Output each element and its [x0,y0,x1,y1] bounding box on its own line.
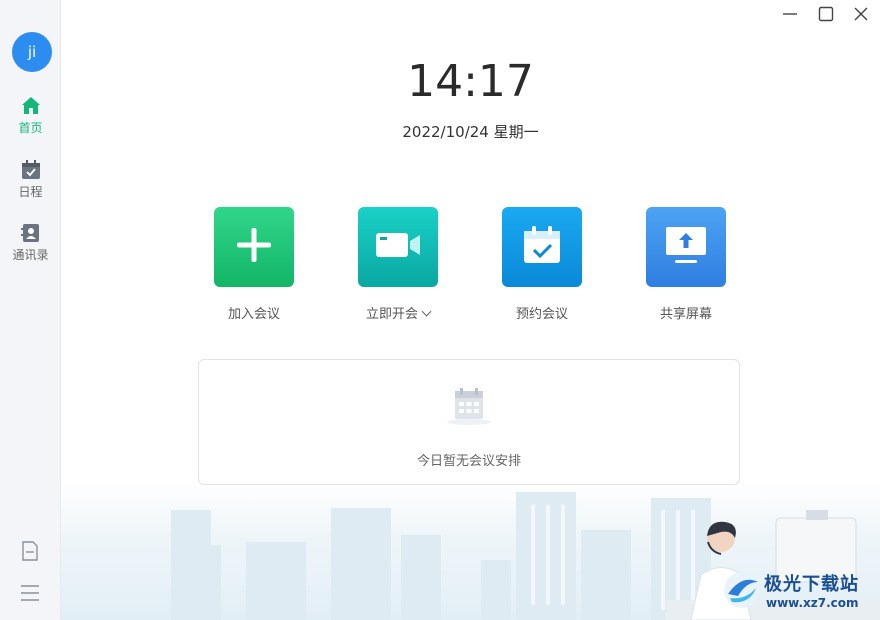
join-meeting-label: 加入会议 [227,307,280,322]
plus-icon [234,225,274,269]
calendar-check-icon [522,225,562,269]
current-time: 14:17 [407,56,534,107]
share-screen-button[interactable] [646,207,726,287]
menu-icon[interactable] [19,582,41,604]
start-meeting-button[interactable] [358,207,438,287]
calendar-icon [20,159,42,181]
home-icon [20,95,42,117]
screen-share-icon [665,225,707,269]
document-icon[interactable] [19,540,41,562]
schedule-meeting-button[interactable] [502,207,582,287]
sidebar-item-label: 首页 [18,121,43,135]
avatar[interactable]: ji [12,32,52,72]
watermark-url: www.xz7.com [766,596,859,610]
chevron-down-icon[interactable] [421,306,432,317]
video-camera-icon [374,229,422,265]
sidebar-item-home[interactable]: 首页 [0,95,61,145]
sidebar-item-schedule[interactable]: 日程 [0,159,61,209]
empty-calendar-icon [445,386,493,426]
start-meeting-label-text: 立即开会 [365,307,418,322]
share-screen-label: 共享屏幕 [659,307,712,322]
current-date: 2022/10/24 星期一 [402,123,539,141]
sidebar: ji 首页 日程 通讯录 [0,0,61,620]
watermark-name: 极光下载站 [764,574,859,595]
clock-panel: 14:17 2022/10/24 星期一 [61,0,880,160]
sidebar-item-label: 日程 [18,185,43,199]
contacts-icon [20,222,42,244]
join-meeting-button[interactable] [214,207,294,287]
sidebar-item-contacts[interactable]: 通讯录 [0,222,61,272]
today-schedule-card: 今日暂无会议安排 [198,359,740,485]
start-meeting-label[interactable]: 立即开会 [338,303,458,322]
schedule-meeting-label: 预约会议 [515,307,568,322]
empty-schedule-text: 今日暂无会议安排 [416,454,521,469]
sidebar-item-label: 通讯录 [12,248,49,262]
